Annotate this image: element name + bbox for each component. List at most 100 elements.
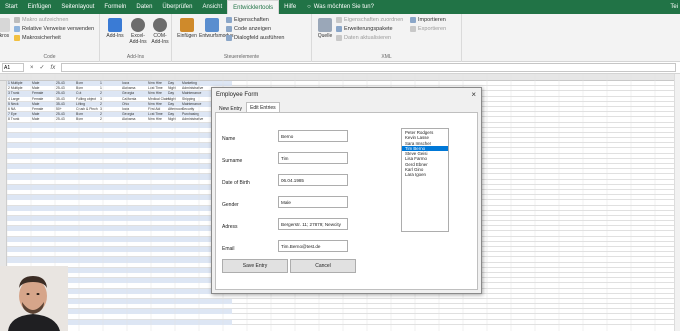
list-item[interactable]: Lara Igoen — [402, 172, 448, 177]
map-properties-button[interactable]: Eigenschaften zuordnen — [336, 17, 403, 23]
cancel-button[interactable]: Cancel — [290, 259, 356, 273]
ribbon-tab[interactable]: Einfügen — [23, 0, 57, 14]
xml-group-label: XML — [381, 54, 392, 60]
view-code-button[interactable]: Code anzeigen — [226, 26, 271, 32]
record-macro-label: Makro aufzeichnen — [22, 17, 69, 23]
addins-button[interactable]: Add-Ins — [106, 18, 124, 39]
refresh-data-label: Daten aktualisieren — [344, 35, 392, 41]
name-box[interactable]: A1 — [2, 63, 24, 72]
excel-addins-button[interactable]: Excel-Add-Ins — [128, 18, 148, 45]
relative-refs-button[interactable]: Relative Verweise verwenden — [14, 26, 94, 32]
ribbon-tab[interactable]: Ansicht — [197, 0, 227, 14]
run-dialog-button[interactable]: Dialogfeld ausführen — [226, 35, 284, 41]
macros-button[interactable]: akros — [0, 18, 10, 39]
dialog-tabs: New Entry Edit Entries — [215, 102, 280, 112]
xml-source-icon — [318, 18, 332, 32]
insert-function-button[interactable]: fx — [51, 65, 56, 71]
relative-refs-icon — [14, 26, 20, 32]
addins-group: Add-Ins Excel-Add-Ins COM-Add-Ins Add-In… — [100, 14, 172, 62]
cancel-formula-button[interactable]: × — [30, 65, 34, 71]
import-label: Importieren — [418, 17, 446, 23]
adress-field[interactable]: Bergerstr. 11; 27879; Newcity — [278, 218, 348, 230]
addins-group-label: Add-Ins — [126, 54, 145, 60]
design-mode-icon — [205, 18, 219, 32]
properties-icon — [226, 17, 232, 23]
gender-label: Gender — [222, 202, 239, 208]
tell-me-label: Was möchten Sie tun? — [313, 4, 374, 10]
refresh-data-button[interactable]: Daten aktualisieren — [336, 35, 391, 41]
export-button[interactable]: Exportieren — [410, 26, 446, 32]
macro-security-button[interactable]: Makrosicherheit — [14, 35, 61, 41]
vertical-scrollbar[interactable] — [674, 74, 680, 331]
tab-new-entry[interactable]: New Entry — [215, 103, 246, 112]
ribbon-tab[interactable]: Daten — [131, 0, 157, 14]
properties-label: Eigenschaften — [234, 17, 269, 23]
map-properties-icon — [336, 17, 342, 23]
name-field[interactable]: Berno — [278, 130, 348, 142]
webcam-overlay — [0, 266, 68, 331]
employee-form-dialog: Employee Form × New Entry Edit Entries N… — [211, 87, 482, 294]
insert-control-button[interactable]: Einfügen — [176, 18, 198, 39]
import-icon — [410, 17, 416, 23]
employee-listbox[interactable]: Peter Rodgers Kevin Lasse Sara Imscher Tim … — [401, 128, 449, 232]
formula-bar: A1 × ✓ fx — [0, 62, 680, 74]
expansion-packs-icon — [336, 26, 342, 32]
com-addins-button[interactable]: COM-Add-Ins — [150, 18, 170, 45]
export-label: Exportieren — [418, 26, 447, 32]
properties-button[interactable]: Eigenschaften — [226, 17, 269, 23]
run-dialog-icon — [226, 35, 232, 41]
record-macro-icon — [14, 17, 20, 23]
import-button[interactable]: Importieren — [410, 17, 446, 23]
macros-label: akros — [0, 33, 10, 39]
close-icon[interactable]: × — [471, 90, 476, 99]
date-of-birth-field[interactable]: 06.04.1985 — [278, 174, 348, 186]
edit-entries-panel: Name Berno Surname Tim Date of Birth 06.… — [215, 112, 478, 290]
email-field[interactable]: Tim.Berno@test.de — [278, 240, 348, 252]
presenter-image — [0, 266, 68, 331]
warning-icon — [14, 35, 20, 41]
surname-field[interactable]: Tim — [278, 152, 348, 164]
macros-icon — [0, 18, 10, 32]
table-row — [0, 319, 680, 325]
column-headers — [0, 74, 680, 81]
gender-field[interactable]: Male — [278, 196, 348, 208]
xml-source-button[interactable]: Quelle — [316, 18, 334, 39]
com-addins-icon — [153, 18, 167, 32]
ribbon-tab[interactable]: Überprüfen — [157, 0, 197, 14]
export-icon — [410, 26, 416, 32]
dialog-title: Employee Form — [216, 92, 259, 98]
design-mode-button[interactable]: Entwurfsmodus — [199, 18, 233, 39]
record-macro-button[interactable]: Makro aufzeichnen — [14, 17, 68, 23]
xml-source-label: Quelle — [317, 33, 333, 39]
tab-edit-entries[interactable]: Edit Entries — [246, 102, 280, 112]
enter-formula-button[interactable]: ✓ — [40, 64, 45, 71]
formula-input[interactable] — [61, 63, 676, 72]
code-group: akros Makro aufzeichnen Relative Verweis… — [0, 14, 100, 62]
adress-label: Adress — [222, 224, 238, 230]
ribbon-tab[interactable]: Seitenlayout — [56, 0, 99, 14]
excel-addins-label: Excel-Add-Ins — [129, 33, 147, 45]
surname-label: Surname — [222, 158, 243, 164]
name-label: Name — [222, 136, 236, 142]
tell-me-search[interactable]: ○ Was möchten Sie tun? — [307, 4, 374, 10]
controls-group: Einfügen Entwurfsmodus Eigenschaften Cod… — [172, 14, 312, 62]
ribbon-tab[interactable]: Hilfe — [279, 0, 301, 14]
expansion-packs-button[interactable]: Erweiterungspakete — [336, 26, 393, 32]
ribbon-tab[interactable]: Entwicklertools — [227, 0, 280, 14]
user-initials[interactable]: Tei — [670, 0, 678, 14]
toolbox-icon — [180, 18, 194, 32]
email-label: Email — [222, 246, 235, 252]
code-icon — [226, 26, 232, 32]
ribbon-tab-bar: Start Einfügen Seitenlayout Formeln Daten Übe… — [0, 0, 680, 14]
lightbulb-icon: ○ — [307, 4, 311, 10]
ribbon-tab[interactable]: Start — [0, 0, 23, 14]
com-addins-label: COM-Add-Ins — [151, 33, 169, 45]
view-code-label: Code anzeigen — [234, 26, 272, 32]
map-properties-label: Eigenschaften zuordnen — [344, 17, 404, 23]
code-group-label: Code — [43, 54, 56, 60]
macro-security-label: Makrosicherheit — [22, 35, 61, 41]
xml-group: Quelle Eigenschaften zuordnen Erweiterun… — [312, 14, 462, 62]
save-entry-button[interactable]: Save Entry — [222, 259, 288, 273]
expansion-packs-label: Erweiterungspakete — [344, 26, 393, 32]
ribbon-tab[interactable]: Formeln — [99, 0, 131, 14]
